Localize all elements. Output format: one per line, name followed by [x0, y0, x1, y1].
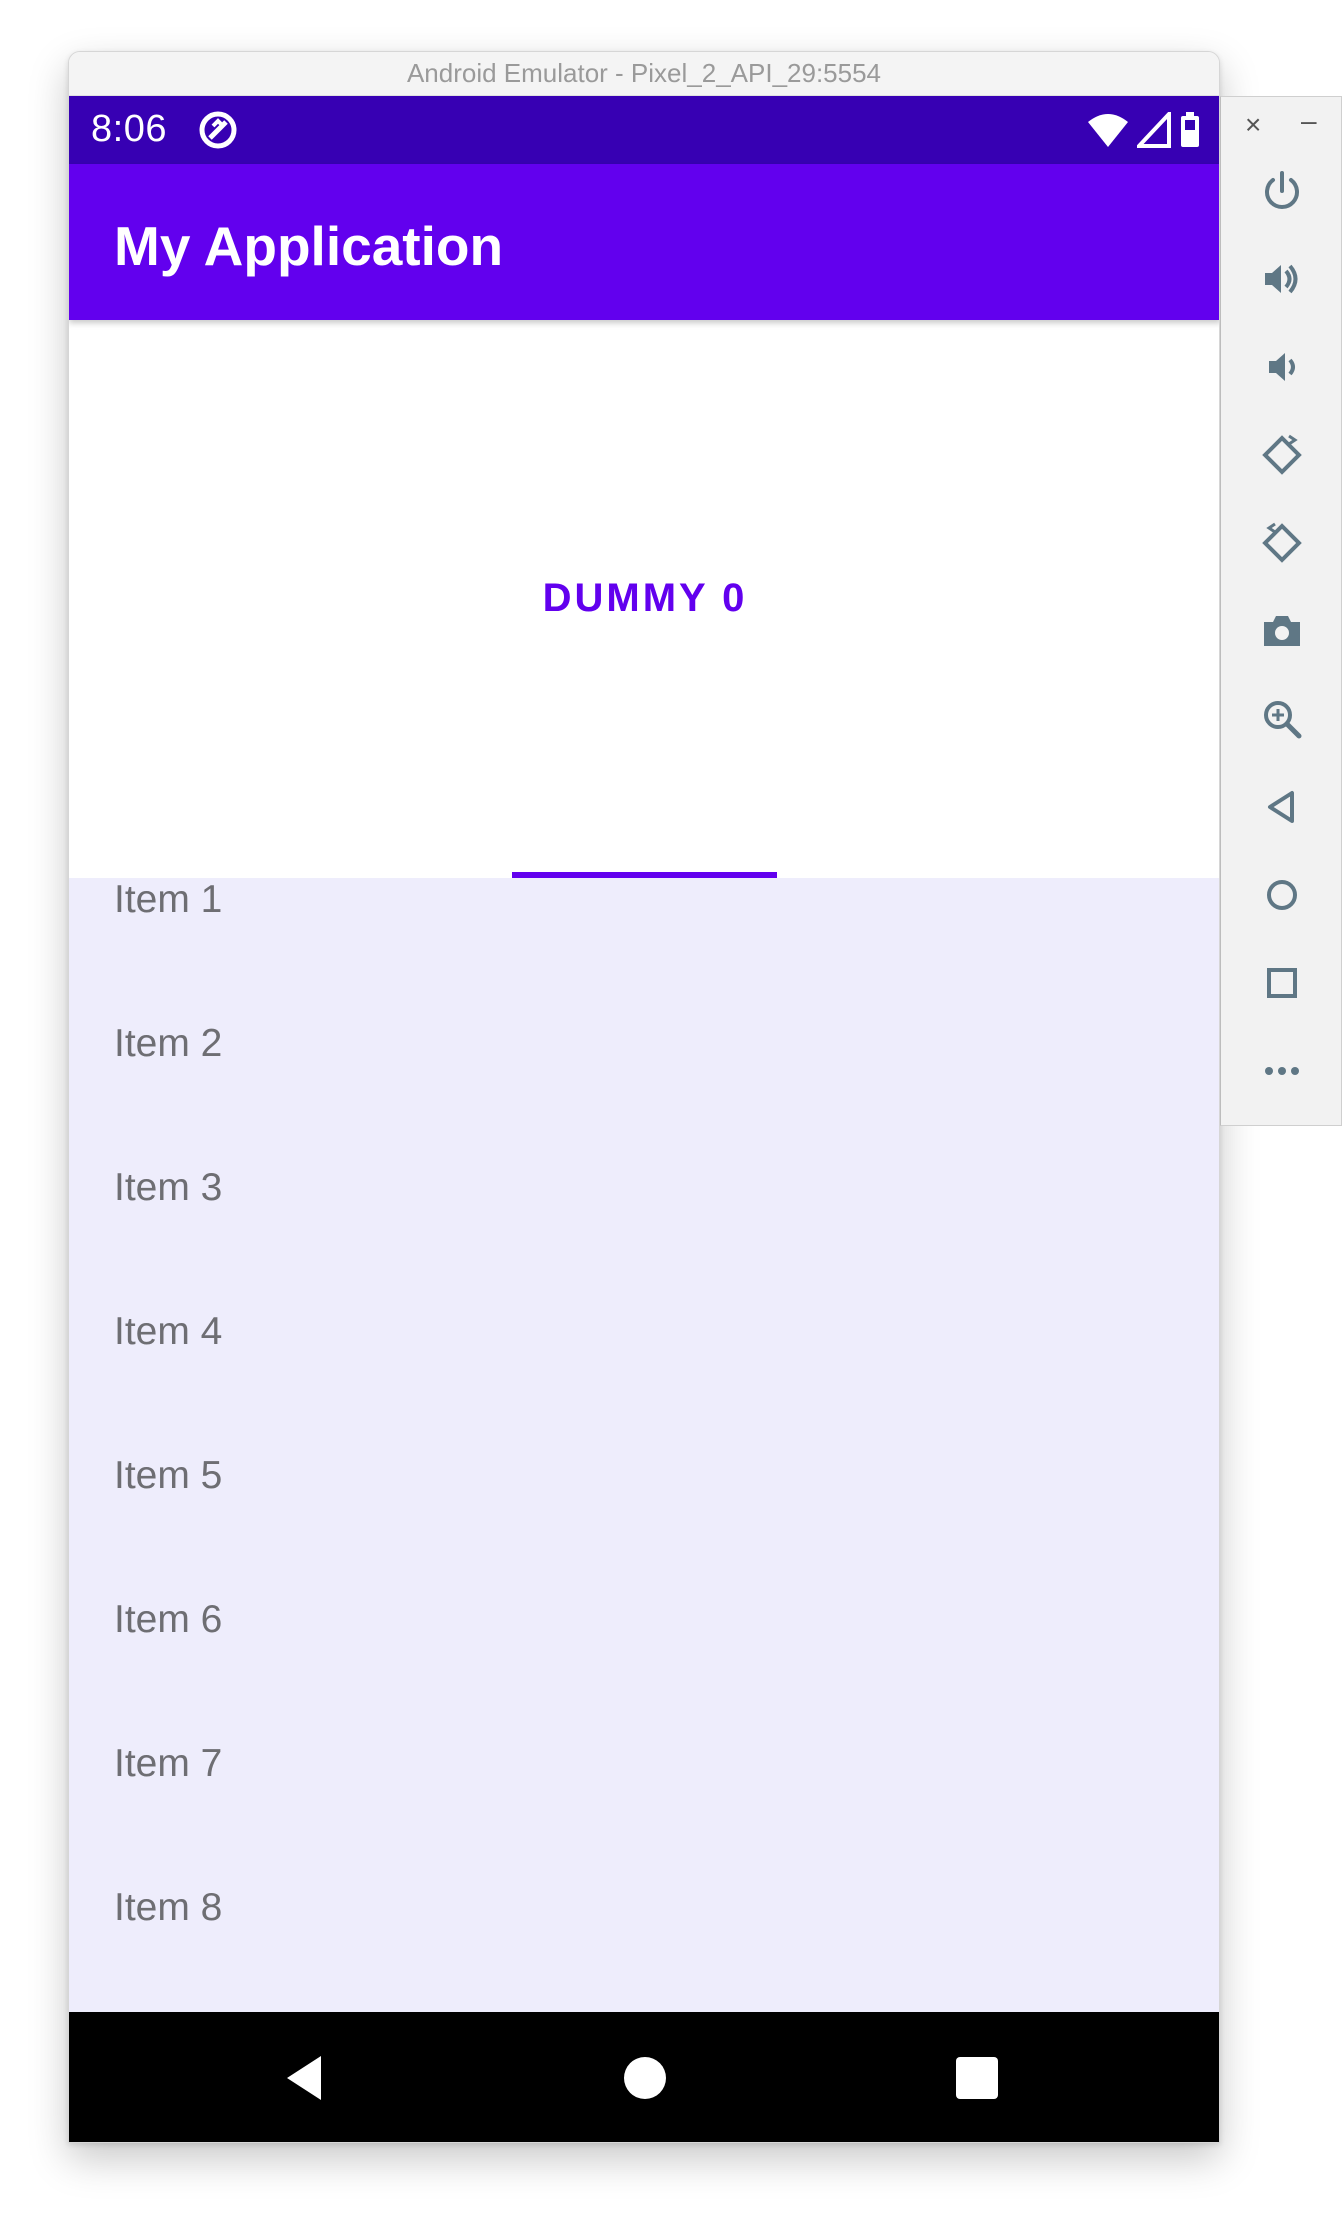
status-icons [1087, 110, 1201, 150]
screenshot-button[interactable] [1252, 601, 1312, 661]
camera-icon [1264, 616, 1300, 646]
battery-icon [1181, 112, 1199, 147]
list-item[interactable]: Item 5 [69, 1454, 1219, 1598]
navigation-bar [69, 2012, 1219, 2142]
emulator-window: Android Emulator - Pixel_2_API_29:5554 8… [68, 51, 1220, 2143]
overview-button[interactable] [1252, 953, 1312, 1013]
status-bar: 8:06 [69, 96, 1219, 164]
list-item-label: Item 3 [114, 1166, 223, 1209]
list-item[interactable]: Item 4 [69, 1310, 1219, 1454]
volume-down-button[interactable] [1252, 337, 1312, 397]
window-title: Android Emulator - Pixel_2_API_29:5554 [406, 58, 882, 88]
list-item-label: Item 8 [114, 1886, 223, 1929]
volume-down-icon [1269, 353, 1295, 381]
emulator-toolbar: × – [1220, 96, 1342, 1126]
nav-recents-icon[interactable] [947, 2048, 1007, 2108]
list-item-label: Item 6 [114, 1598, 223, 1641]
list-item[interactable]: Item 3 [69, 1166, 1219, 1310]
more-icon [1265, 1067, 1299, 1075]
item-list[interactable]: Item 1 Item 2 Item 3 Item 4 Item 5 Item … [69, 878, 1219, 2012]
list-item-label: Item 5 [114, 1454, 223, 1497]
power-icon [1265, 171, 1299, 209]
zoom-button[interactable] [1252, 689, 1312, 749]
list-item-label: Item 1 [114, 878, 223, 921]
toolbar-minimize-button[interactable]: – [1301, 105, 1317, 137]
power-button[interactable] [1252, 161, 1312, 221]
more-button[interactable] [1252, 1041, 1312, 1101]
data-saver-icon [199, 111, 237, 149]
toolbar-header: × – [1221, 97, 1341, 157]
app-title: My Application [114, 215, 504, 277]
back-icon [1268, 791, 1294, 823]
rotate-right-button[interactable] [1252, 513, 1312, 573]
app-bar: My Application [69, 164, 1219, 320]
volume-up-icon [1265, 264, 1298, 294]
home-button[interactable] [1252, 865, 1312, 925]
cell-signal-icon [1137, 112, 1171, 148]
list-item[interactable]: Item 6 [69, 1598, 1219, 1742]
window-title-bar[interactable]: Android Emulator - Pixel_2_API_29:5554 [69, 52, 1219, 96]
rotate-left-button[interactable] [1252, 425, 1312, 485]
phone-screen: 8:06 My Application DUMMY 0 Item 1 Item … [69, 96, 1219, 2142]
wifi-icon [1088, 114, 1128, 147]
tab-dummy-0[interactable]: DUMMY 0 [69, 576, 1219, 621]
nav-back-icon[interactable] [277, 2048, 337, 2108]
list-item[interactable]: Item 8 [69, 1886, 1219, 2012]
status-time: 8:06 [91, 108, 167, 150]
zoom-icon [1264, 701, 1302, 739]
list-item[interactable]: Item 2 [69, 1022, 1219, 1166]
overview-icon [1267, 968, 1297, 998]
list-item[interactable]: Item 1 [69, 878, 1219, 1022]
nav-home-icon[interactable] [615, 2048, 675, 2108]
tab-bar: DUMMY 0 [69, 320, 1219, 878]
list-item[interactable]: Item 7 [69, 1742, 1219, 1886]
toolbar-close-button[interactable]: × [1245, 109, 1261, 141]
rotate-left-icon [1262, 434, 1302, 475]
list-item-label: Item 7 [114, 1742, 223, 1785]
list-item-label: Item 4 [114, 1310, 223, 1353]
volume-up-button[interactable] [1252, 249, 1312, 309]
back-button[interactable] [1252, 777, 1312, 837]
home-icon [1267, 880, 1297, 910]
list-item-label: Item 2 [114, 1022, 223, 1065]
rotate-right-icon [1262, 522, 1302, 563]
